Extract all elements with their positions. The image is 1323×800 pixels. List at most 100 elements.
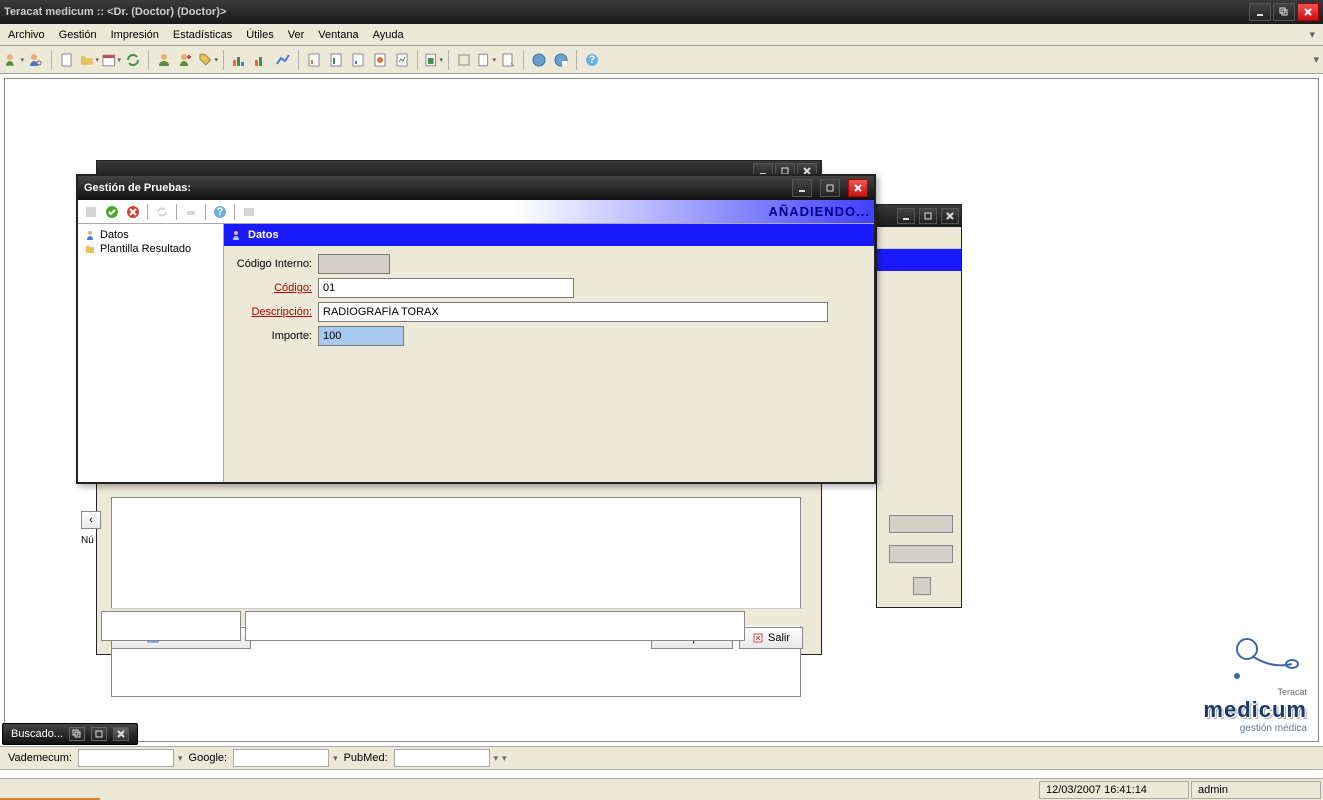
input-codigo[interactable] <box>318 278 574 298</box>
input-codigo-interno <box>318 254 390 274</box>
input-descripcion[interactable] <box>318 302 828 322</box>
minimize-button[interactable] <box>1249 3 1271 21</box>
background-window-2 <box>876 204 962 608</box>
bottom-cell-2 <box>245 611 745 641</box>
svg-text:?: ? <box>217 206 224 218</box>
status-bar: 12/03/2007 16:41:14 admin <box>0 778 1323 800</box>
bgwin2-maximize[interactable] <box>919 208 937 224</box>
google-input[interactable] <box>233 749 329 767</box>
refresh-icon[interactable] <box>123 50 143 70</box>
dialog-titlebar[interactable]: Gestión de Pruebas: <box>78 176 874 200</box>
folder-icon[interactable] <box>79 50 99 70</box>
user-search-icon[interactable] <box>26 50 46 70</box>
report-icon-4[interactable] <box>370 50 390 70</box>
calendar-icon[interactable] <box>101 50 121 70</box>
accept-icon[interactable] <box>103 203 121 221</box>
menu-overflow[interactable]: ▾ <box>1309 28 1315 41</box>
report-icon-3[interactable] <box>348 50 368 70</box>
salir-button[interactable]: Salir <box>739 627 803 649</box>
menu-gestion[interactable]: Gestión <box>59 29 97 41</box>
menu-estadisticas[interactable]: Estadísticas <box>173 29 232 41</box>
scroll-left-button[interactable]: ‹ <box>81 511 101 529</box>
menu-utiles[interactable]: Útiles <box>246 29 274 41</box>
dialog-mode-label: AÑADIENDO... <box>768 204 870 219</box>
help-icon[interactable]: ? <box>582 50 602 70</box>
dialog-tree: Datos Plantilla Resultado <box>78 224 224 482</box>
main-titlebar: Teracat medicum :: <Dr. (Doctor) (Doctor… <box>0 0 1323 24</box>
save-icon <box>82 203 100 221</box>
menu-ventana[interactable]: Ventana <box>318 29 358 41</box>
menu-ver[interactable]: Ver <box>288 29 305 41</box>
report-icon-1[interactable] <box>304 50 324 70</box>
tree-item-datos[interactable]: Datos <box>82 228 219 242</box>
maximize-button[interactable] <box>1273 3 1295 21</box>
bgwin2-minimize[interactable] <box>897 208 915 224</box>
form-panel: Datos Código Interno: Código: Descripció… <box>224 224 874 482</box>
close-button[interactable] <box>1297 3 1319 21</box>
patient-icon[interactable] <box>154 50 174 70</box>
pubmed-input[interactable] <box>394 749 490 767</box>
window-title: Teracat medicum :: <Dr. (Doctor) (Doctor… <box>4 6 1247 18</box>
status-datetime: 12/03/2007 16:41:14 <box>1039 781 1189 799</box>
main-toolbar: ? ▾ <box>0 46 1323 74</box>
bgwin2-close[interactable] <box>941 208 959 224</box>
dialog-minimize[interactable] <box>792 179 812 197</box>
misc-icon-1[interactable] <box>454 50 474 70</box>
help2-icon[interactable]: ? <box>211 203 229 221</box>
report-icon-2[interactable] <box>326 50 346 70</box>
label-importe: Importe: <box>230 330 318 342</box>
vademecum-label: Vademecum: <box>8 752 72 764</box>
report-dd-icon[interactable] <box>423 50 443 70</box>
patient-plus-icon[interactable] <box>176 50 196 70</box>
menu-archivo[interactable]: Archivo <box>8 29 45 41</box>
chart-icon-2[interactable] <box>251 50 271 70</box>
search-bar: Vademecum: ▾ Google: ▾ PubMed: ▾ ▾ <box>0 746 1323 770</box>
print-icon <box>182 203 200 221</box>
toolbar-overflow[interactable]: ▾ <box>1313 53 1319 66</box>
tag-icon[interactable] <box>198 50 218 70</box>
task-close-icon[interactable] <box>113 727 129 741</box>
document-icon[interactable] <box>57 50 77 70</box>
input-importe[interactable] <box>318 326 404 346</box>
dialog-close[interactable] <box>848 179 868 197</box>
globe-icon-2[interactable] <box>551 50 571 70</box>
label-descripcion: Descripción: <box>230 306 318 318</box>
bw2-cell-3 <box>913 577 931 595</box>
brand-logo: Teracat medicum gestión médica <box>1203 634 1307 734</box>
chart-icon-3[interactable] <box>273 50 293 70</box>
pubmed-label: PubMed: <box>344 752 388 764</box>
bw2-cell-2 <box>889 545 953 563</box>
globe-icon-1[interactable] <box>529 50 549 70</box>
report-icon-5[interactable] <box>392 50 412 70</box>
editor-textarea[interactable] <box>111 497 801 697</box>
menu-ayuda[interactable]: Ayuda <box>373 29 404 41</box>
google-label: Google: <box>189 752 228 764</box>
dialog-toolbar: ? AÑADIENDO... <box>78 200 874 224</box>
num-label: Nú <box>81 535 94 546</box>
bottom-cell-1 <box>101 611 241 641</box>
menubar: Archivo Gestión Impresión Estadísticas Ú… <box>0 24 1323 46</box>
chart-icon-1[interactable] <box>229 50 249 70</box>
status-user: admin <box>1191 781 1321 799</box>
bw2-cell-1 <box>889 515 953 533</box>
form-section-header: Datos <box>224 224 874 246</box>
dialog-title: Gestión de Pruebas: <box>84 182 784 194</box>
tree-item-plantilla[interactable]: Plantilla Resultado <box>82 242 219 256</box>
user-add-icon[interactable] <box>4 50 24 70</box>
nav-icon <box>240 203 258 221</box>
refresh2-icon <box>153 203 171 221</box>
misc-icon-2[interactable] <box>476 50 496 70</box>
gestion-pruebas-dialog: Gestión de Pruebas: ? AÑADIENDO... Datos… <box>76 174 876 484</box>
dialog-maximize[interactable] <box>820 179 840 197</box>
vademecum-input[interactable] <box>78 749 174 767</box>
taskbar-buscando[interactable]: Buscado... <box>2 723 138 745</box>
label-codigo-interno: Código Interno: <box>230 258 318 270</box>
menu-impresion[interactable]: Impresión <box>111 29 159 41</box>
task-restore-icon[interactable] <box>69 727 85 741</box>
misc-icon-3[interactable] <box>498 50 518 70</box>
searchbar-overflow[interactable]: ▾ <box>502 753 507 764</box>
svg-text:?: ? <box>589 54 596 66</box>
task-max-icon[interactable] <box>91 727 107 741</box>
cancel-icon[interactable] <box>124 203 142 221</box>
label-codigo: Código: <box>230 282 318 294</box>
